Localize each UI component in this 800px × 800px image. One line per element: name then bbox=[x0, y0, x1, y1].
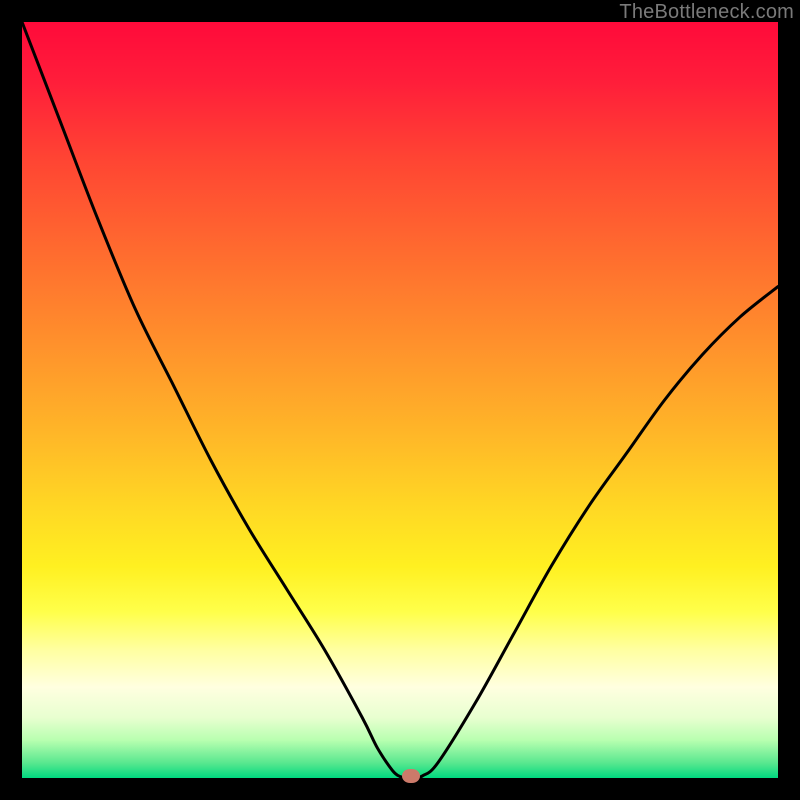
chart-frame: TheBottleneck.com bbox=[0, 0, 800, 800]
plot-area bbox=[22, 22, 778, 778]
optimal-point-marker bbox=[402, 769, 420, 783]
bottleneck-curve bbox=[22, 22, 778, 778]
watermark-text: TheBottleneck.com bbox=[619, 1, 794, 24]
